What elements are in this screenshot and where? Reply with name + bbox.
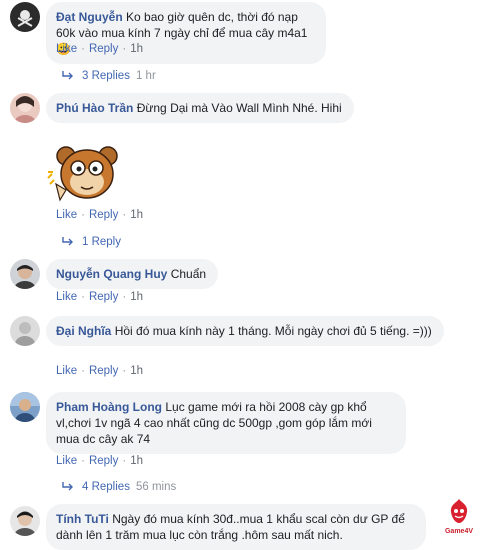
- comment-text: Chuẩn: [170, 267, 207, 281]
- comment-author[interactable]: Đại Nghĩa: [56, 324, 111, 338]
- comment-author[interactable]: Phú Hào Trần: [56, 101, 133, 115]
- comment-time: 1h: [130, 43, 143, 55]
- person-avatar-icon: [15, 322, 35, 346]
- comment-time: 1h: [130, 209, 143, 221]
- replies-time: 1 hr: [135, 70, 156, 82]
- view-replies-link[interactable]: 3 Replies 1 hr: [62, 70, 156, 82]
- person-avatar-icon: [14, 265, 36, 289]
- comment-author[interactable]: Nguyễn Quang Huy: [56, 267, 167, 281]
- reply-arrow-icon: [62, 71, 73, 80]
- like-button[interactable]: Like: [56, 365, 77, 377]
- like-button[interactable]: Like: [56, 291, 77, 303]
- comment-author[interactable]: Đạt Nguyễn: [56, 10, 123, 24]
- avatar[interactable]: [10, 392, 40, 422]
- view-replies-link[interactable]: 1 Reply: [62, 236, 121, 248]
- replies-count[interactable]: 4 Replies: [82, 481, 130, 493]
- comment-time: 1h: [130, 365, 143, 377]
- comment-time: 1h: [130, 455, 143, 467]
- comment-bubble: Tính TuTi Ngày đó mua kính 30đ..mua 1 kh…: [46, 504, 426, 550]
- avatar[interactable]: [10, 93, 40, 123]
- replies-count[interactable]: 3 Replies: [82, 70, 130, 82]
- avatar[interactable]: [10, 2, 40, 32]
- avatar[interactable]: [10, 316, 40, 346]
- like-button[interactable]: Like: [56, 209, 77, 221]
- reply-button[interactable]: Reply: [89, 455, 118, 467]
- comment-bubble: Nguyễn Quang Huy Chuẩn: [46, 259, 219, 289]
- game4v-logo-icon: [450, 499, 468, 523]
- reply-button[interactable]: Reply: [89, 43, 118, 55]
- comment-bubble: Pham Hoàng Long Lục game mới ra hồi 2008…: [46, 392, 406, 454]
- comment-actions: Like · Reply · 1h: [56, 291, 143, 303]
- pirate-flag-icon: [17, 10, 33, 27]
- watermark-text: Game4V: [444, 528, 474, 535]
- comment-bubble: Phú Hào Trần Đừng Dại mà Vào Wall Mình N…: [46, 93, 354, 123]
- comment-text: Hồi đó mua kính này 1 tháng. Mỗi ngày ch…: [114, 324, 432, 338]
- replies-time: 56 mins: [135, 481, 177, 493]
- comment-actions: Like · Reply · 1h: [56, 455, 143, 467]
- game4v-watermark: Game4V: [444, 498, 474, 538]
- comment-text: Đừng Dại mà Vào Wall Mình Nhé. Hihi: [136, 101, 342, 115]
- comment-bubble: Đại Nghĩa Hồi đó mua kính này 1 tháng. M…: [46, 316, 444, 346]
- reply-button[interactable]: Reply: [89, 365, 118, 377]
- like-button[interactable]: Like: [56, 455, 77, 467]
- reply-button[interactable]: Reply: [89, 209, 118, 221]
- comment-author[interactable]: Pham Hoàng Long: [56, 400, 162, 414]
- comment-author[interactable]: Tính TuTi: [56, 512, 109, 526]
- person-avatar-icon: [14, 96, 36, 123]
- comment-text: Ngày đó mua kính 30đ..mua 1 khẩu scal cò…: [56, 512, 405, 542]
- replies-count[interactable]: 1 Reply: [82, 236, 121, 248]
- comment-actions: Like · Reply · 1h: [56, 209, 143, 221]
- comment-actions: Like · Reply · 1h: [56, 365, 143, 377]
- like-button[interactable]: Like: [56, 43, 77, 55]
- reply-arrow-icon: [62, 237, 73, 246]
- reply-arrow-icon: [62, 482, 73, 491]
- avatar[interactable]: [10, 506, 40, 536]
- person-avatar-icon: [10, 392, 40, 422]
- view-replies-link[interactable]: 4 Replies 56 mins: [62, 481, 176, 493]
- monkey-sticker-icon: [47, 146, 118, 202]
- reply-button[interactable]: Reply: [89, 291, 118, 303]
- person-avatar-icon: [14, 511, 36, 536]
- comment-actions: Like · Reply · 1h: [56, 43, 143, 55]
- avatar[interactable]: [10, 259, 40, 289]
- comment-time: 1h: [130, 291, 143, 303]
